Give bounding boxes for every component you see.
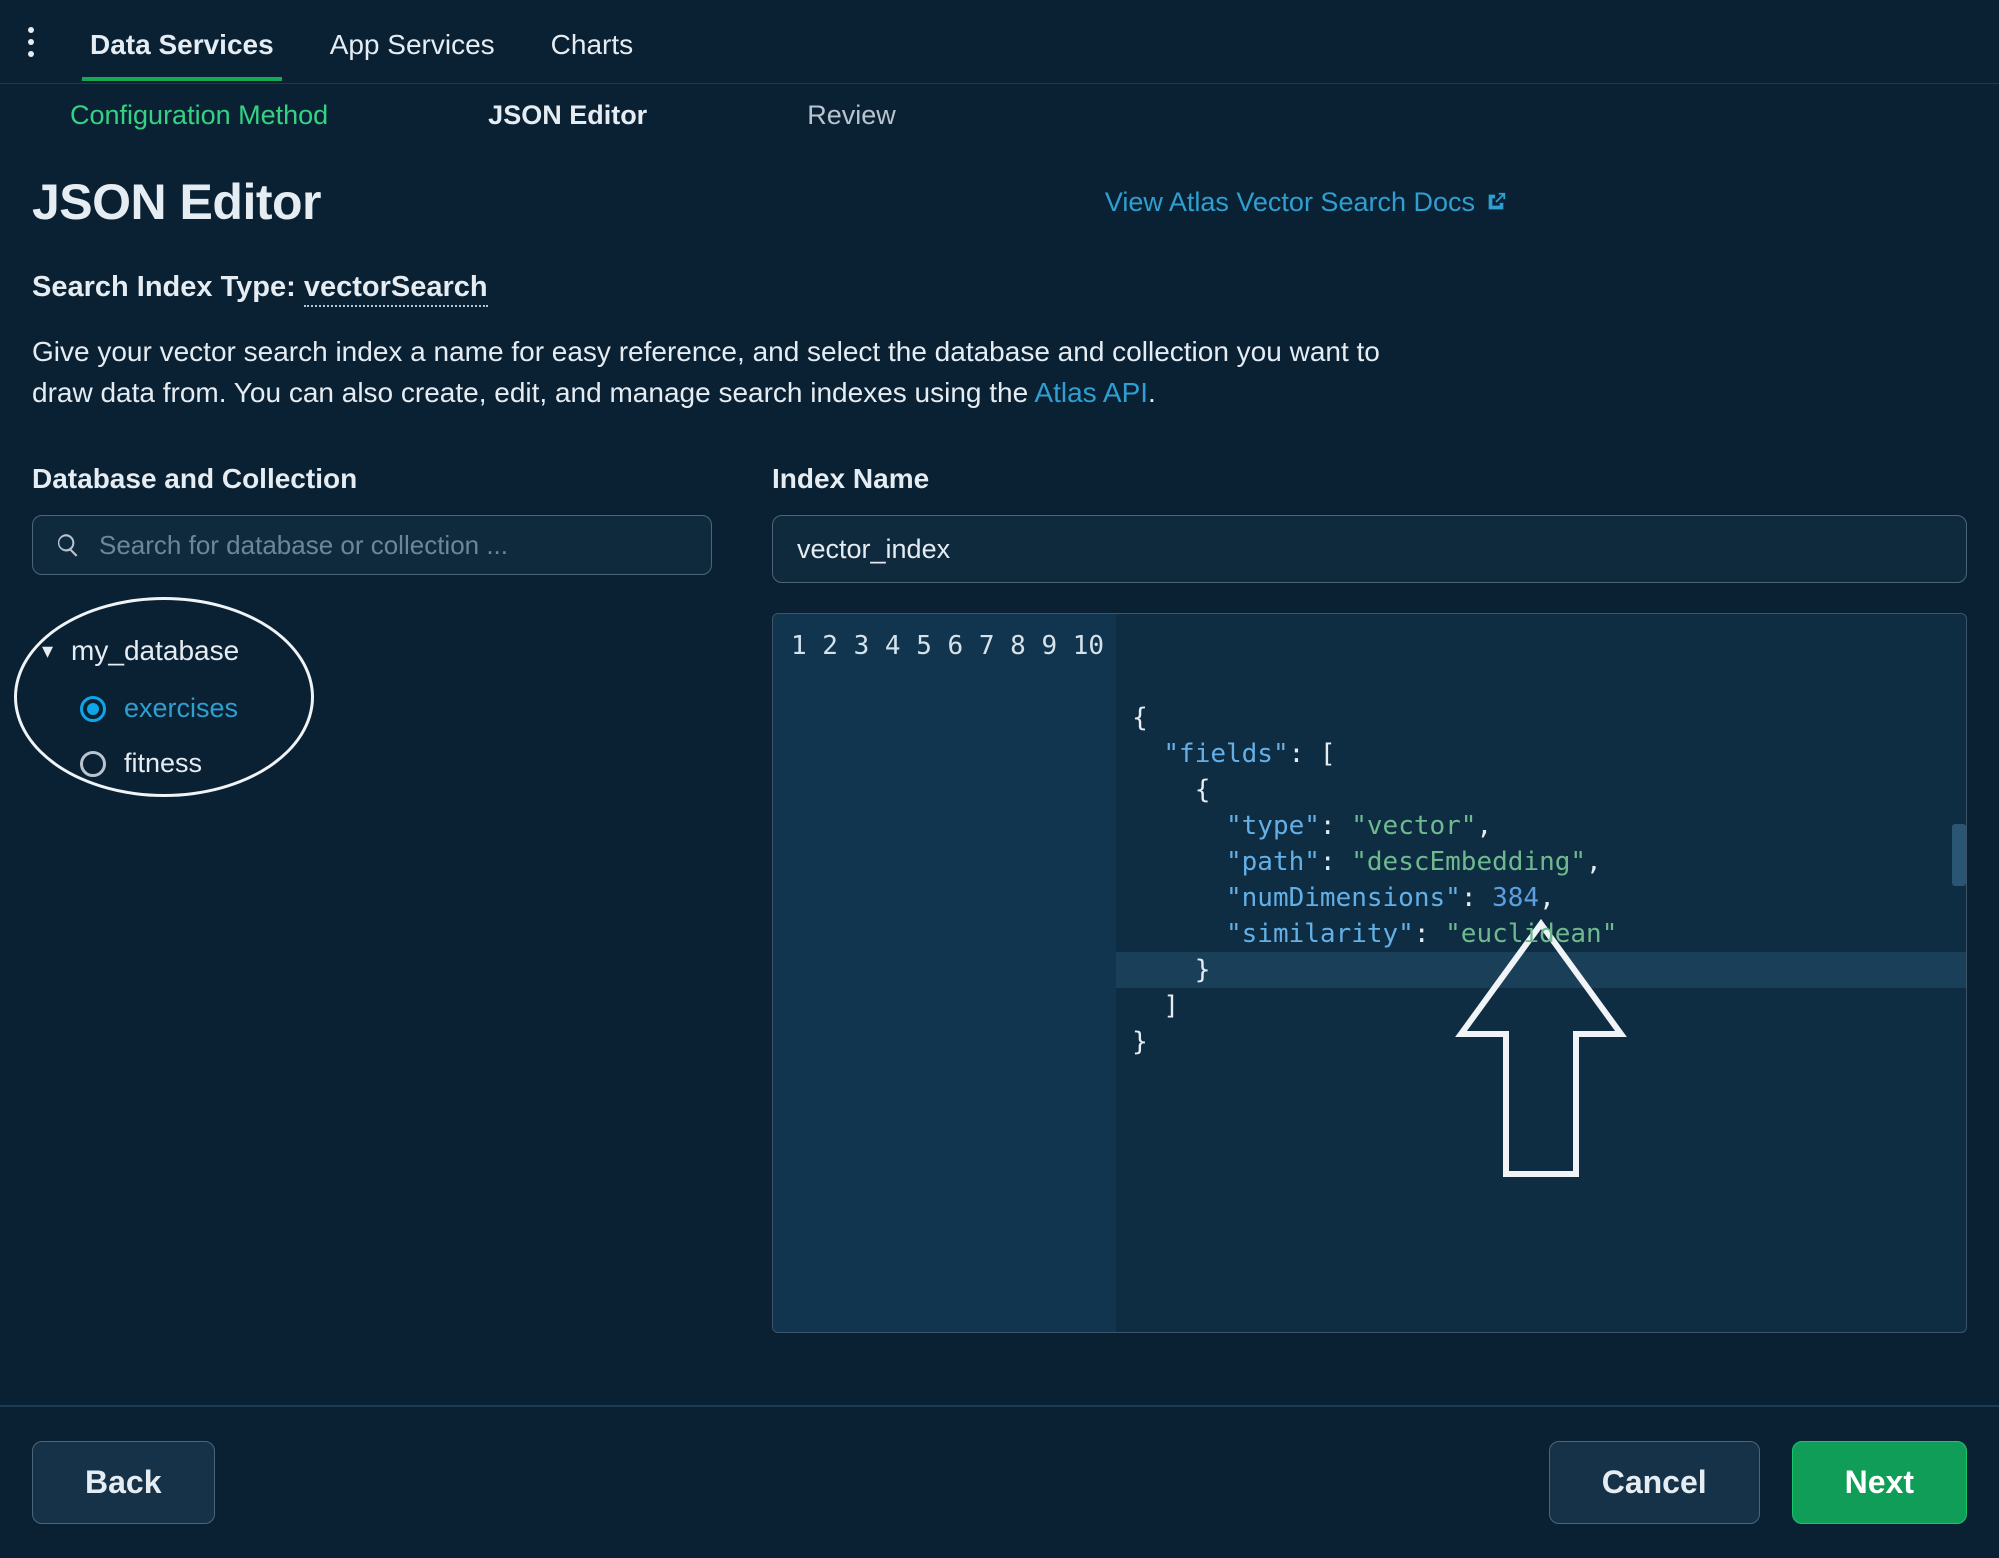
collection-name: fitness: [124, 748, 202, 779]
step-label: Configuration Method: [70, 100, 328, 131]
docs-link-label: View Atlas Vector Search Docs: [1105, 187, 1475, 218]
editor-gutter: 1 2 3 4 5 6 7 8 9 10: [773, 614, 1116, 1332]
database-search-input[interactable]: [97, 529, 689, 562]
step-label: Review: [807, 100, 896, 131]
collection-row-exercises[interactable]: exercises: [38, 681, 712, 736]
description-text-a: Give your vector search index a name for…: [32, 336, 1380, 408]
radio-selected-icon: [80, 696, 106, 722]
editor-scrollbar-thumb[interactable]: [1952, 824, 1966, 886]
collection-name: exercises: [124, 693, 238, 724]
step-json-editor[interactable]: JSON Editor: [488, 100, 647, 131]
search-index-type: Search Index Type: vectorSearch: [32, 271, 1967, 304]
database-row-my-database[interactable]: ▾ my_database: [38, 621, 712, 681]
tab-data-services[interactable]: Data Services: [86, 5, 278, 79]
external-link-icon: [1485, 191, 1507, 213]
radio-unselected-icon: [80, 751, 106, 777]
page-title: JSON Editor: [32, 173, 321, 231]
back-button[interactable]: Back: [32, 1441, 215, 1524]
description: Give your vector search index a name for…: [32, 332, 1432, 413]
editor-code-area[interactable]: { "fields": [ { "type": "vector", "path"…: [1116, 614, 1966, 1332]
database-tree: ▾ my_database exercises fitness: [32, 615, 712, 791]
index-name-input-wrapper[interactable]: [772, 515, 1967, 583]
database-collection-label: Database and Collection: [32, 463, 712, 495]
search-index-type-label: Search Index Type:: [32, 271, 296, 303]
database-search-input-wrapper[interactable]: [32, 515, 712, 575]
json-editor[interactable]: 1 2 3 4 5 6 7 8 9 10 { "fields": [ { "ty…: [772, 613, 1967, 1333]
step-configuration-method[interactable]: Configuration Method: [70, 100, 328, 131]
database-name: my_database: [71, 635, 239, 667]
chevron-down-icon: ▾: [42, 638, 53, 664]
kebab-menu-icon[interactable]: [14, 19, 38, 65]
next-button[interactable]: Next: [1792, 1441, 1967, 1524]
index-name-label: Index Name: [772, 463, 1967, 495]
footer: Back Cancel Next: [0, 1405, 1999, 1558]
tab-charts[interactable]: Charts: [547, 5, 637, 79]
search-index-type-value: vectorSearch: [304, 271, 488, 307]
index-name-input[interactable]: [795, 533, 1944, 566]
description-text-b: .: [1148, 377, 1156, 408]
search-icon: [55, 532, 81, 558]
top-nav: Data Services App Services Charts: [0, 0, 1999, 84]
cancel-button[interactable]: Cancel: [1549, 1441, 1760, 1524]
tab-app-services[interactable]: App Services: [326, 5, 499, 79]
collection-row-fitness[interactable]: fitness: [38, 736, 712, 791]
docs-link[interactable]: View Atlas Vector Search Docs: [1105, 187, 1507, 218]
step-review[interactable]: Review: [807, 100, 896, 131]
atlas-api-link[interactable]: Atlas API: [1034, 377, 1148, 408]
step-label: JSON Editor: [488, 100, 647, 131]
wizard-steps: Configuration Method JSON Editor Review: [0, 84, 1999, 173]
